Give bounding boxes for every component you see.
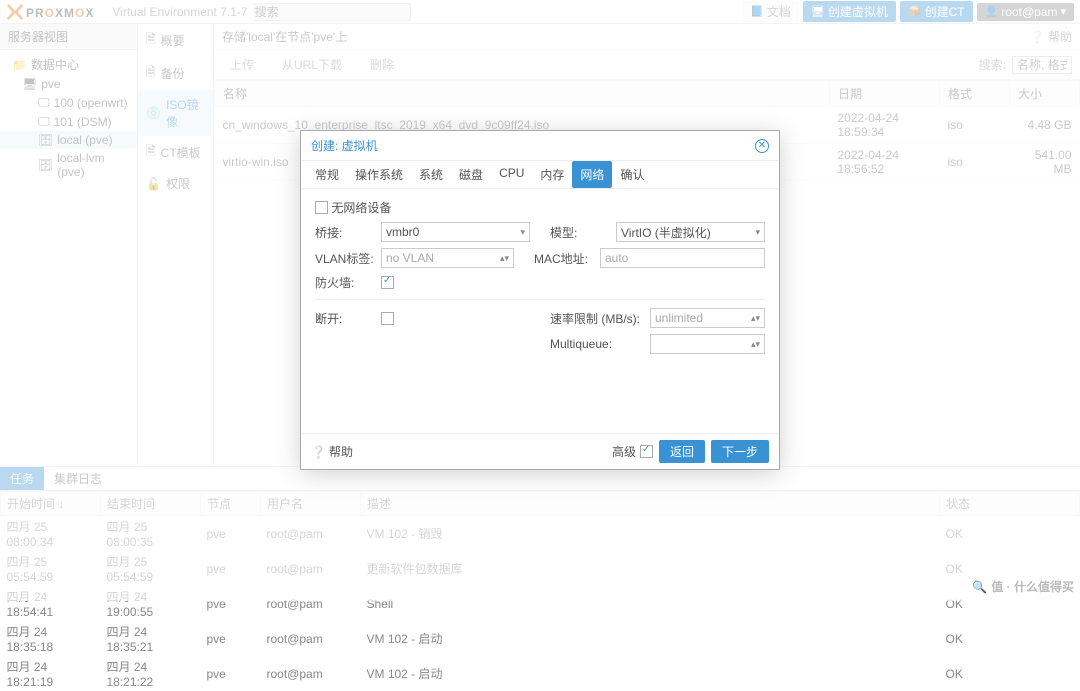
disconnect-label: 断开: xyxy=(315,310,381,327)
next-button[interactable]: 下一步 xyxy=(711,440,769,463)
multiqueue-input[interactable]: ▴▾ xyxy=(650,334,765,354)
model-label: 模型: xyxy=(550,224,616,241)
create-vm-dialog: 创建: 虚拟机 ✕ 常规 操作系统 系统 磁盘 CPU 内存 网络 确认 无网络… xyxy=(300,130,780,470)
no-network-label: 无网络设备 xyxy=(331,199,391,216)
wtab-memory[interactable]: 内存 xyxy=(532,161,572,188)
table-row[interactable]: 四月 24 18:21:19四月 24 18:21:22pveroot@pamV… xyxy=(1,656,1080,691)
wtab-cpu[interactable]: CPU xyxy=(491,161,532,188)
firewall-checkbox[interactable] xyxy=(381,276,394,289)
wtab-disk[interactable]: 磁盘 xyxy=(451,161,491,188)
wtab-network[interactable]: 网络 xyxy=(572,161,612,188)
firewall-label: 防火墙: xyxy=(315,274,381,291)
advanced-toggle[interactable]: 高级 xyxy=(612,443,653,460)
disconnect-checkbox[interactable] xyxy=(381,312,394,325)
bridge-label: 桥接: xyxy=(315,224,381,241)
wtab-os[interactable]: 操作系统 xyxy=(347,161,411,188)
dialog-title: 创建: 虚拟机 xyxy=(311,137,378,154)
wizard-tabs: 常规 操作系统 系统 磁盘 CPU 内存 网络 确认 xyxy=(301,161,779,189)
close-icon[interactable]: ✕ xyxy=(755,139,769,153)
table-row[interactable]: 四月 24 18:35:18四月 24 18:35:21pveroot@pamV… xyxy=(1,621,1080,656)
wtab-confirm[interactable]: 确认 xyxy=(612,161,652,188)
multiqueue-label: Multiqueue: xyxy=(550,337,650,351)
no-network-checkbox[interactable] xyxy=(315,201,328,214)
wtab-system[interactable]: 系统 xyxy=(411,161,451,188)
rate-input[interactable]: unlimited▴▾ xyxy=(650,308,765,328)
watermark: 🔍值 · 什么值得买 xyxy=(972,578,1074,595)
vlan-label: VLAN标签: xyxy=(315,250,381,267)
wizard-body: 无网络设备 桥接:vmbr0▾ 模型:VirtIO (半虚拟化)▾ VLAN标签… xyxy=(301,189,779,433)
advanced-checkbox[interactable] xyxy=(640,445,653,458)
vlan-input[interactable]: no VLAN▴▾ xyxy=(381,248,514,268)
rate-label: 速率限制 (MB/s): xyxy=(550,310,650,327)
mac-label: MAC地址: xyxy=(534,250,600,267)
back-button[interactable]: 返回 xyxy=(659,440,705,463)
bridge-select[interactable]: vmbr0▾ xyxy=(381,222,530,242)
wizard-footer: ❔ 帮助 高级 返回 下一步 xyxy=(301,433,779,469)
dialog-help-button[interactable]: ❔ 帮助 xyxy=(311,443,353,460)
mac-input[interactable] xyxy=(600,248,765,268)
wtab-general[interactable]: 常规 xyxy=(307,161,347,188)
model-select[interactable]: VirtIO (半虚拟化)▾ xyxy=(616,222,765,242)
